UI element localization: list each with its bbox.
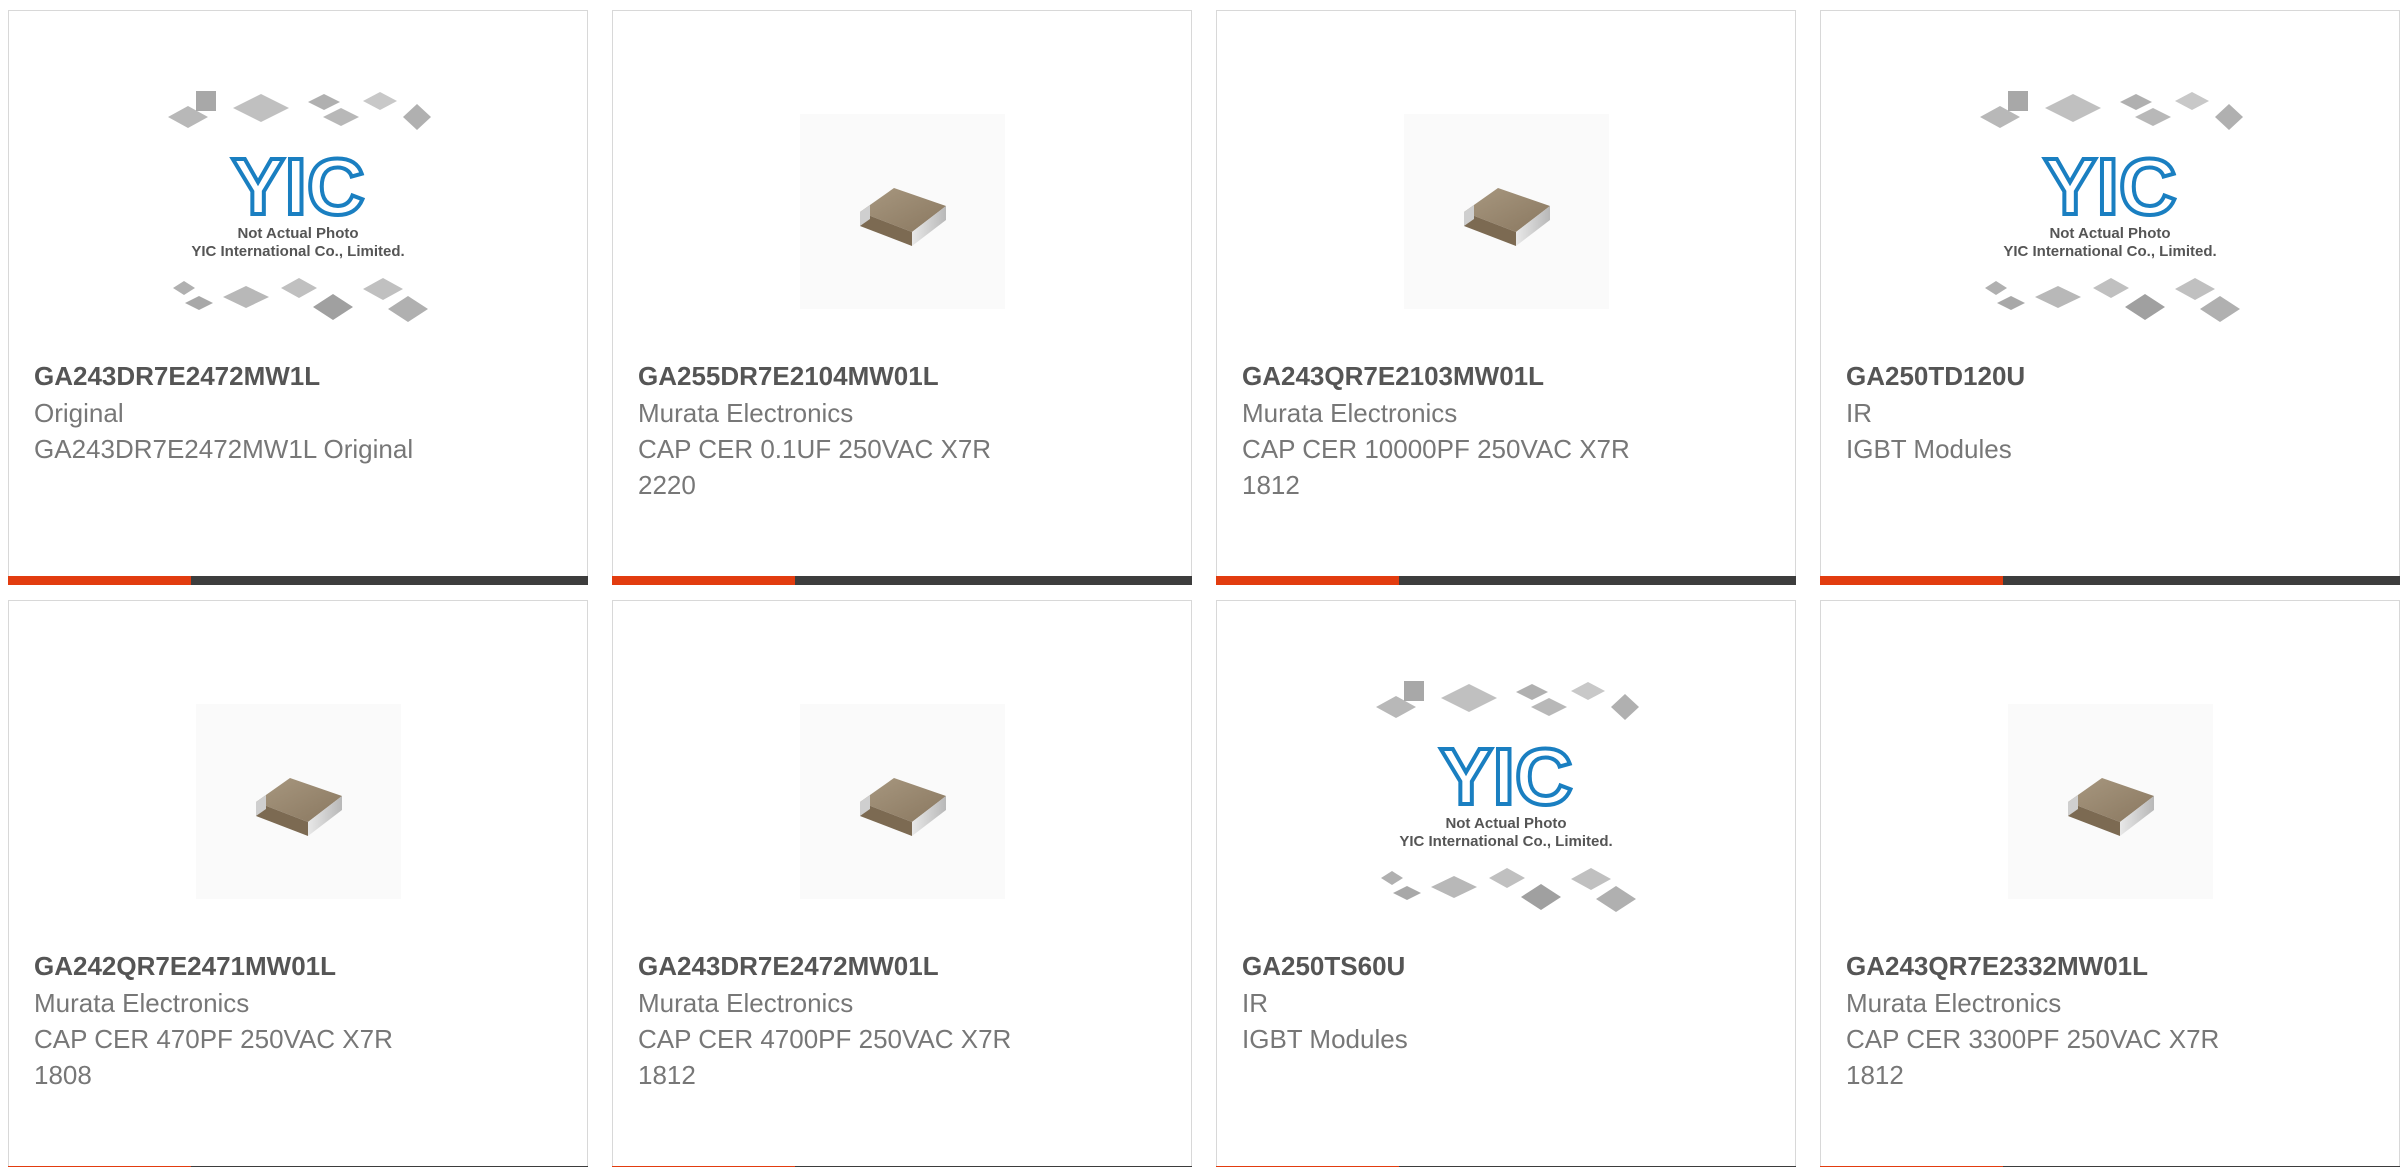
product-info: GA243DR7E2472MW1L Original GA243DR7E2472… — [34, 357, 562, 467]
manufacturer: Murata Electronics — [638, 398, 854, 428]
product-info: GA250TS60U IR IGBT Modules — [1242, 947, 1770, 1057]
description: IGBT Modules — [1846, 434, 2012, 464]
product-card[interactable]: GA243QR7E2103MW01L Murata Electronics CA… — [1216, 10, 1796, 585]
manufacturer: IR — [1242, 988, 1268, 1018]
svg-text:YIC: YIC — [231, 142, 364, 231]
description: IGBT Modules — [1242, 1024, 1408, 1054]
product-info: GA243QR7E2332MW01L Murata Electronics CA… — [1846, 947, 2374, 1093]
capacitor-photo — [195, 703, 401, 899]
capacitor-photo — [1403, 113, 1609, 309]
card-footer-bar — [612, 576, 1192, 585]
product-card[interactable]: YIC Not Actual Photo YIC International Co.… — [8, 10, 588, 585]
product-image[interactable]: YIC Not Actual Photo YIC International Co.… — [1821, 66, 2399, 356]
part-number-link[interactable]: GA243DR7E2472MW1L — [34, 357, 562, 395]
manufacturer: Murata Electronics — [638, 988, 854, 1018]
not-actual-photo-image: YICNot Actual PhotoYIC International Co.… — [1980, 91, 2243, 322]
product-grid: YIC Not Actual Photo YIC International Co.… — [0, 0, 2400, 1167]
capacitor-photo — [799, 113, 1005, 309]
part-number-link[interactable]: GA243QR7E2103MW01L — [1242, 357, 1770, 395]
manufacturer: Murata Electronics — [1846, 988, 2062, 1018]
product-image[interactable] — [1217, 66, 1795, 356]
product-card[interactable]: YIC Not Actual Photo YIC International Co.… — [1820, 10, 2400, 585]
part-number-link[interactable]: GA243DR7E2472MW01L — [638, 947, 1166, 985]
product-card[interactable]: GA255DR7E2104MW01L Murata Electronics CA… — [612, 10, 1192, 585]
manufacturer: Murata Electronics — [1242, 398, 1458, 428]
manufacturer: Murata Electronics — [34, 988, 250, 1018]
product-image[interactable]: YIC Not Actual Photo YIC International Co.… — [9, 66, 587, 356]
product-image[interactable] — [9, 656, 587, 946]
description: CAP CER 10000PF 250VAC X7R 1812 — [1242, 434, 1630, 500]
product-info: GA242QR7E2471MW01L Murata Electronics CA… — [34, 947, 562, 1093]
product-card[interactable]: GA243QR7E2332MW01L Murata Electronics CA… — [1820, 600, 2400, 1167]
product-info: GA255DR7E2104MW01L Murata Electronics CA… — [638, 357, 1166, 503]
product-card[interactable]: GA242QR7E2471MW01L Murata Electronics CA… — [8, 600, 588, 1167]
svg-text:YIC International Co., Limited: YIC International Co., Limited. — [1399, 833, 1612, 850]
product-info: GA243DR7E2472MW01L Murata Electronics CA… — [638, 947, 1166, 1093]
part-number-link[interactable]: GA250TD120U — [1846, 357, 2374, 395]
description: CAP CER 470PF 250VAC X7R 1808 — [34, 1024, 393, 1090]
ceramic-capacitor-icon — [1464, 188, 1550, 246]
part-number-link[interactable]: GA242QR7E2471MW01L — [34, 947, 562, 985]
part-number-link[interactable]: GA243QR7E2332MW01L — [1846, 947, 2374, 985]
product-image[interactable] — [1821, 656, 2399, 946]
svg-text:YIC: YIC — [2043, 142, 2176, 231]
capacitor-photo — [799, 703, 1005, 899]
card-footer-bar — [8, 576, 588, 585]
card-footer-bar — [1216, 576, 1796, 585]
product-card[interactable]: YIC Not Actual Photo YIC International Co.… — [1216, 600, 1796, 1167]
not-actual-photo-image: YICNot Actual PhotoYIC International Co.… — [1376, 681, 1639, 912]
svg-text:YIC International Co., Limited: YIC International Co., Limited. — [2003, 243, 2216, 260]
svg-text:YIC: YIC — [1439, 732, 1572, 821]
part-number-link[interactable]: GA250TS60U — [1242, 947, 1770, 985]
product-image[interactable] — [613, 656, 1191, 946]
svg-text:Not Actual Photo: Not Actual Photo — [2049, 225, 2170, 242]
capacitor-photo — [2007, 703, 2213, 899]
svg-text:Not Actual Photo: Not Actual Photo — [237, 225, 358, 242]
product-info: GA243QR7E2103MW01L Murata Electronics CA… — [1242, 357, 1770, 503]
svg-text:Not Actual Photo: Not Actual Photo — [1445, 815, 1566, 832]
product-card[interactable]: GA243DR7E2472MW01L Murata Electronics CA… — [612, 600, 1192, 1167]
description: CAP CER 4700PF 250VAC X7R 1812 — [638, 1024, 1012, 1090]
ceramic-capacitor-icon — [2068, 778, 2154, 836]
card-accent-bar — [1216, 576, 1399, 585]
part-number-link[interactable]: GA255DR7E2104MW01L — [638, 357, 1166, 395]
description: GA243DR7E2472MW1L Original — [34, 434, 414, 464]
description: CAP CER 0.1UF 250VAC X7R 2220 — [638, 434, 992, 500]
svg-text:YIC International Co., Limited: YIC International Co., Limited. — [191, 243, 404, 260]
ceramic-capacitor-icon — [860, 778, 946, 836]
ceramic-capacitor-icon — [860, 188, 946, 246]
manufacturer: Original — [34, 398, 124, 428]
ceramic-capacitor-icon — [256, 778, 342, 836]
product-info: GA250TD120U IR IGBT Modules — [1846, 357, 2374, 467]
product-image[interactable] — [613, 66, 1191, 356]
card-accent-bar — [1820, 576, 2003, 585]
card-accent-bar — [612, 576, 795, 585]
product-image[interactable]: YIC Not Actual Photo YIC International Co.… — [1217, 656, 1795, 946]
description: CAP CER 3300PF 250VAC X7R 1812 — [1846, 1024, 2220, 1090]
not-actual-photo-image: YICNot Actual PhotoYIC International Co.… — [168, 91, 431, 322]
card-footer-bar — [1820, 576, 2400, 585]
card-accent-bar — [8, 576, 191, 585]
manufacturer: IR — [1846, 398, 1872, 428]
